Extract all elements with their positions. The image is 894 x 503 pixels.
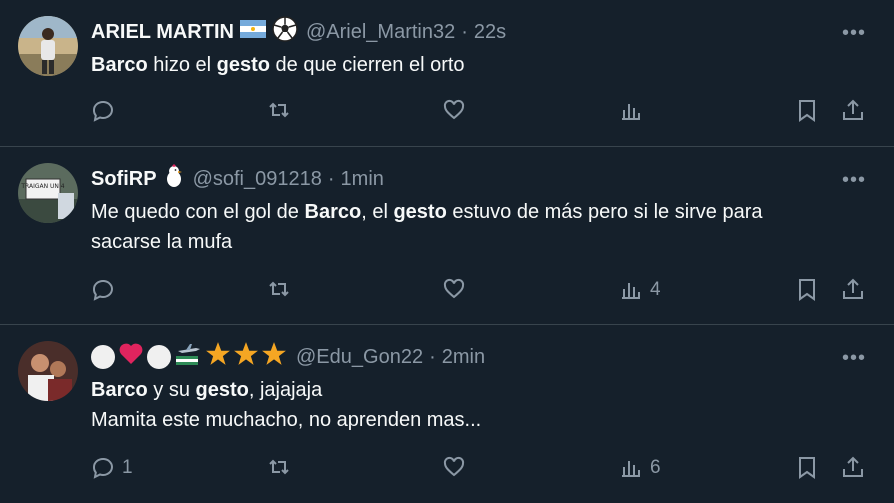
text-run: , el: [361, 201, 394, 223]
keyword-highlight: gesto: [195, 379, 249, 401]
more-icon[interactable]: •••: [842, 169, 866, 192]
bookmark-button[interactable]: [794, 455, 820, 481]
separator: ·: [429, 345, 436, 368]
text-run: estuvo de más pero si le sirve para: [446, 201, 763, 223]
author-handle[interactable]: @sofi_091218: [193, 168, 322, 191]
keyword-highlight: gesto: [393, 201, 447, 223]
more-icon[interactable]: •••: [842, 347, 866, 370]
tweet[interactable]: @Edu_Gon22 · 2min Barco y su gesto, jaja…: [0, 325, 894, 503]
bookmark-icon: [799, 279, 815, 301]
text-run: y su: [147, 379, 196, 401]
timestamp[interactable]: 22s: [474, 21, 506, 44]
share-icon: [843, 278, 863, 299]
views-icon: [622, 461, 640, 477]
tweet-text-line: sacarse la mufa: [91, 227, 878, 257]
star-icon: [260, 341, 288, 373]
author-name[interactable]: [91, 341, 288, 373]
reply-icon: [92, 457, 113, 479]
share-button[interactable]: [840, 277, 866, 303]
keyword-highlight: Barco: [91, 54, 148, 76]
tweet-text: Barco y su gesto, jajajaja Mamita este mu…: [91, 375, 878, 435]
airplane-icon: [174, 342, 202, 372]
retweet-button[interactable]: [266, 98, 298, 124]
views-icon: [622, 283, 640, 299]
views-count: 6: [650, 457, 661, 478]
bookmark-button[interactable]: [794, 277, 820, 303]
text-run: Me quedo con el gol de: [91, 201, 305, 223]
text-run: de que cierren el orto: [269, 54, 465, 76]
text-run: , jajajaja: [248, 379, 323, 401]
author-name[interactable]: ARIEL MARTIN: [91, 21, 234, 44]
like-icon: [443, 456, 465, 477]
reply-button[interactable]: 1: [90, 455, 133, 481]
white-circle-icon: [91, 345, 115, 369]
like-icon: [443, 278, 465, 299]
tweet-text-line: Barco y su gesto, jajajaja: [91, 375, 878, 405]
keyword-highlight: gesto: [216, 54, 270, 76]
action-bar: 16: [90, 455, 868, 485]
timestamp[interactable]: 1min: [341, 168, 384, 191]
share-icon: [843, 99, 863, 120]
text-run: hizo el: [147, 54, 217, 76]
views-button[interactable]: [618, 98, 650, 124]
retweet-button[interactable]: [266, 455, 298, 481]
share-button[interactable]: [840, 455, 866, 481]
white-circle-icon: [147, 345, 171, 369]
separator: ·: [327, 167, 335, 190]
share-icon: [843, 456, 863, 477]
tweet-text-line: Mamita este muchacho, no aprenden mas...: [91, 405, 878, 435]
action-bar: 4: [90, 277, 868, 307]
author-handle[interactable]: @Edu_Gon22: [296, 346, 423, 369]
avatar-sign-text: TRAIGAN UN 4: [20, 183, 64, 190]
separator: ·: [461, 20, 468, 43]
views-button[interactable]: 6: [618, 455, 661, 481]
keyword-highlight: Barco: [304, 201, 362, 223]
retweet-icon: [269, 459, 289, 475]
action-bar: [90, 98, 868, 128]
like-icon: [443, 99, 465, 120]
like-button[interactable]: [442, 98, 474, 124]
share-button[interactable]: [840, 98, 866, 124]
reply-button[interactable]: [90, 98, 122, 124]
text-run: sacarse la mufa: [91, 231, 233, 253]
tweet-text: Barco hizo el gesto de que cierren el or…: [91, 50, 878, 80]
more-icon[interactable]: •••: [842, 22, 866, 45]
like-button[interactable]: [442, 277, 474, 303]
chicken-icon: [163, 164, 185, 194]
author-name[interactable]: SofiRP: [91, 168, 157, 191]
bookmark-button[interactable]: [794, 98, 820, 124]
author-handle[interactable]: @Ariel_Martin32: [306, 21, 455, 44]
retweet-icon: [269, 102, 289, 118]
argentina-flag-icon: [239, 20, 266, 44]
star-icon: [232, 341, 260, 373]
views-button[interactable]: 4: [618, 277, 661, 303]
bookmark-icon: [799, 100, 815, 122]
timestamp[interactable]: 2min: [442, 346, 485, 369]
reply-count: 1: [122, 457, 133, 478]
star-icon: [204, 341, 232, 373]
keyword-highlight: Barco: [91, 379, 148, 401]
soccer-ball-icon: [272, 16, 298, 48]
views-icon: [622, 104, 640, 120]
views-count: 4: [650, 279, 661, 300]
tweet[interactable]: TRAIGAN UN 4 SofiRP @sofi_091218 · 1min …: [0, 147, 894, 325]
tweet-text: Me quedo con el gol de Barco, el gesto e…: [91, 197, 878, 257]
reply-icon: [92, 100, 113, 122]
like-button[interactable]: [442, 455, 474, 481]
retweet-icon: [269, 281, 289, 297]
avatar[interactable]: [18, 341, 78, 401]
red-heart-icon: [118, 342, 144, 372]
avatar[interactable]: TRAIGAN UN 4: [18, 163, 78, 223]
tweet-text-line: Me quedo con el gol de Barco, el gesto e…: [91, 197, 878, 227]
bookmark-icon: [799, 457, 815, 479]
reply-icon: [92, 279, 113, 301]
reply-button[interactable]: [90, 277, 122, 303]
text-run: Mamita este muchacho, no aprenden mas...: [91, 409, 482, 431]
tweet[interactable]: ARIEL MARTIN @Ariel_Martin32 · 22s Barco…: [0, 0, 894, 147]
avatar[interactable]: [18, 16, 78, 76]
retweet-button[interactable]: [266, 277, 298, 303]
tweet-text-line: Barco hizo el gesto de que cierren el or…: [91, 50, 878, 80]
